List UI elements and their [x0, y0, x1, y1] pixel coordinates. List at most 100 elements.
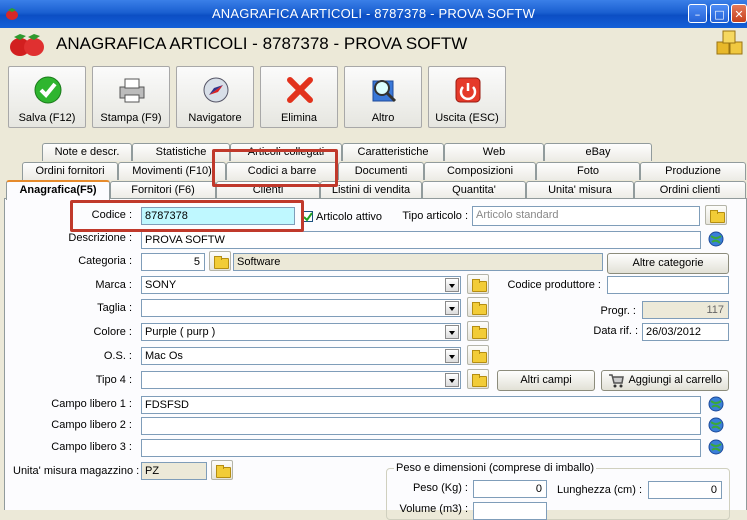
print-button[interactable]: Stampa (F9): [92, 66, 170, 128]
tab-composizioni[interactable]: Composizioni: [424, 162, 536, 180]
chevron-down-icon[interactable]: [445, 349, 459, 363]
close-button[interactable]: ✕: [731, 4, 747, 23]
chevron-down-icon[interactable]: [445, 373, 459, 387]
colore-folder-button[interactable]: [467, 321, 489, 341]
page-title: ANAGRAFICA ARTICOLI - 8787378 - PROVA SO…: [56, 34, 468, 53]
um-magazzino-folder-button[interactable]: [211, 460, 233, 480]
os-label: O.S. :: [103, 350, 132, 362]
descrizione-label: Descrizione :: [68, 232, 132, 244]
codice-produttore-input[interactable]: [607, 276, 729, 294]
marca-value: SONY: [145, 279, 177, 291]
magnifier-book-icon: [372, 80, 397, 103]
save-button[interactable]: Salva (F12): [8, 66, 86, 128]
categoria-label: Categoria :: [78, 255, 132, 267]
globe-icon[interactable]: [707, 230, 725, 248]
taglia-folder-button[interactable]: [467, 297, 489, 317]
save-label: Salva (F12): [18, 112, 76, 124]
colore-value: Purple ( purp ): [145, 326, 216, 338]
codice-produttore-label: Codice produttore :: [507, 279, 601, 291]
colore-select[interactable]: Purple ( purp ): [141, 323, 461, 341]
campo-libero-2-input[interactable]: [141, 417, 701, 435]
progr-label: Progr. :: [600, 305, 636, 317]
other-button[interactable]: Altro: [344, 66, 422, 128]
tab-ordini-fornitori[interactable]: Ordini fornitori: [22, 162, 118, 180]
aggiungi-carrello-button[interactable]: Aggiungi al carrello: [601, 370, 729, 391]
cart-icon: [609, 374, 624, 388]
chevron-down-icon[interactable]: [445, 325, 459, 339]
tab-caratteristiche[interactable]: Caratteristiche: [342, 143, 444, 161]
other-label: Altro: [371, 112, 395, 124]
os-select[interactable]: Mac Os: [141, 347, 461, 365]
categoria-number-input[interactable]: 5: [141, 253, 205, 271]
tab-unita-misura[interactable]: Unita' misura: [526, 181, 634, 199]
os-value: Mac Os: [145, 350, 183, 362]
power-icon: [455, 77, 481, 103]
globe-icon[interactable]: [707, 416, 725, 434]
tipo-articolo-label: Tipo articolo :: [402, 210, 468, 222]
taglia-label: Taglia :: [97, 302, 132, 314]
tab-note-descr[interactable]: Note e descr.: [42, 143, 132, 161]
tipo4-select[interactable]: [141, 371, 461, 389]
lunghezza-input[interactable]: 0: [648, 481, 722, 499]
exit-button[interactable]: Uscita (ESC): [428, 66, 506, 128]
os-folder-button[interactable]: [467, 345, 489, 365]
peso-input[interactable]: 0: [473, 480, 547, 498]
lunghezza-label: Lunghezza (cm) :: [557, 484, 642, 496]
altre-categorie-button[interactable]: Altre categorie: [607, 253, 729, 274]
compass-icon: [203, 77, 229, 103]
articolo-attivo-label: Articolo attivo: [316, 211, 383, 223]
tab-movimenti[interactable]: Movimenti (F10): [118, 162, 226, 180]
checkmark-icon: [34, 76, 62, 104]
descrizione-input[interactable]: PROVA SOFTW: [141, 231, 701, 249]
campo-libero-3-label: Campo libero 3 :: [51, 441, 132, 453]
campo-libero-1-input[interactable]: FDSFSD: [141, 396, 701, 414]
highlight-codici-a-barre: [212, 149, 338, 187]
tab-quantita[interactable]: Quantita': [422, 181, 526, 199]
marca-label: Marca :: [95, 279, 132, 291]
tab-produzione[interactable]: Produzione: [640, 162, 746, 180]
window-title-bar: ANAGRAFICA ARTICOLI - 8787378 - PROVA SO…: [0, 0, 747, 28]
exit-label: Uscita (ESC): [435, 112, 499, 124]
tipo-articolo-input[interactable]: Articolo standard: [472, 206, 700, 226]
tab-web[interactable]: Web: [444, 143, 544, 161]
delete-button[interactable]: Elimina: [260, 66, 338, 128]
tipo4-label: Tipo 4 :: [95, 374, 132, 386]
volume-input[interactable]: [473, 502, 547, 520]
campo-libero-2-label: Campo libero 2 :: [51, 419, 132, 431]
peso-label: Peso (Kg) :: [412, 482, 468, 494]
globe-icon[interactable]: [707, 395, 725, 413]
navigator-button[interactable]: Navigatore: [176, 66, 254, 128]
peso-dimensioni-title: Peso e dimensioni (comprese di imballo): [394, 462, 597, 474]
data-rif-label: Data rif. :: [593, 325, 638, 337]
tab-anagrafica[interactable]: Anagrafica(F5): [6, 180, 110, 200]
tipo4-folder-button[interactable]: [467, 369, 489, 389]
tab-fornitori[interactable]: Fornitori (F6): [110, 181, 216, 199]
colore-label: Colore :: [93, 326, 132, 338]
campo-libero-1-label: Campo libero 1 :: [51, 398, 132, 410]
printer-icon: [119, 78, 145, 103]
delete-x-icon: [287, 77, 313, 103]
cubes-icon: [716, 30, 743, 55]
data-rif-input[interactable]: 26/03/2012: [642, 323, 729, 341]
categoria-folder-button[interactable]: [209, 251, 231, 271]
marca-folder-button[interactable]: [467, 274, 489, 294]
tab-foto[interactable]: Foto: [536, 162, 640, 180]
tab-ebay[interactable]: eBay: [544, 143, 652, 161]
maximize-button[interactable]: □: [710, 4, 729, 23]
tipo-articolo-folder-button[interactable]: [705, 205, 727, 225]
campo-libero-3-input[interactable]: [141, 439, 701, 457]
marca-select[interactable]: SONY: [141, 276, 461, 294]
taglia-select[interactable]: [141, 299, 461, 317]
volume-label: Volume (m3) :: [399, 503, 468, 515]
page-header: ANAGRAFICA ARTICOLI - 8787378 - PROVA SO…: [0, 28, 747, 62]
tab-documenti[interactable]: Documenti: [338, 162, 424, 180]
check-icon: [303, 212, 313, 222]
categoria-name-field: Software: [233, 253, 603, 271]
altri-campi-button[interactable]: Altri campi: [497, 370, 595, 391]
chevron-down-icon[interactable]: [445, 278, 459, 292]
chevron-down-icon[interactable]: [445, 301, 459, 315]
tab-ordini-clienti[interactable]: Ordini clienti: [634, 181, 746, 199]
globe-icon[interactable]: [707, 438, 725, 456]
delete-label: Elimina: [280, 112, 318, 124]
minimize-button[interactable]: –: [688, 4, 707, 23]
